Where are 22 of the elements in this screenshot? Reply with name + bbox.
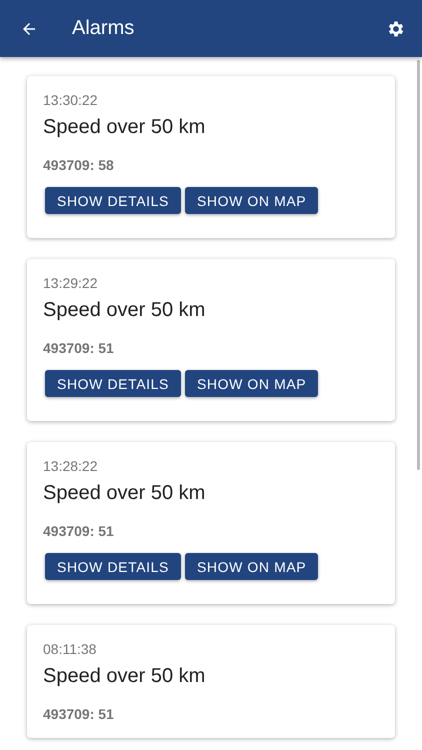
vehicle-reading: 493709: 51 bbox=[43, 340, 114, 356]
alarm-title: Speed over 50 km bbox=[43, 116, 206, 139]
details-button[interactable]: SHOW DETAILS bbox=[45, 553, 181, 580]
settings-button[interactable] bbox=[386, 18, 406, 38]
map-button[interactable]: SHOW ON MAP bbox=[184, 553, 318, 580]
vehicle-reading: 493709: 58 bbox=[43, 157, 114, 173]
map-button[interactable]: SHOW ON MAP bbox=[184, 370, 318, 397]
screen-title: Alarms bbox=[72, 17, 136, 40]
alarm-time: 13:30:22 bbox=[43, 92, 98, 108]
scrollbar[interactable] bbox=[417, 60, 420, 470]
alarm-title: Speed over 50 km bbox=[43, 299, 206, 322]
alarm-time: 13:28:22 bbox=[43, 458, 98, 474]
details-button[interactable]: SHOW DETAILS bbox=[45, 370, 181, 397]
details-button[interactable]: SHOW DETAILS bbox=[45, 187, 181, 214]
vehicle-reading: 493709: 51 bbox=[43, 523, 114, 539]
alarm-time: 13:29:22 bbox=[43, 275, 98, 291]
alarm-time: 08:11:38 bbox=[43, 641, 96, 657]
settings-icon bbox=[386, 18, 406, 38]
alarm-title: Speed over 50 km bbox=[43, 665, 206, 688]
alarm-title: Speed over 50 km bbox=[43, 482, 206, 505]
map-button[interactable]: SHOW ON MAP bbox=[184, 187, 318, 214]
vehicle-reading: 493709: 51 bbox=[43, 706, 114, 722]
